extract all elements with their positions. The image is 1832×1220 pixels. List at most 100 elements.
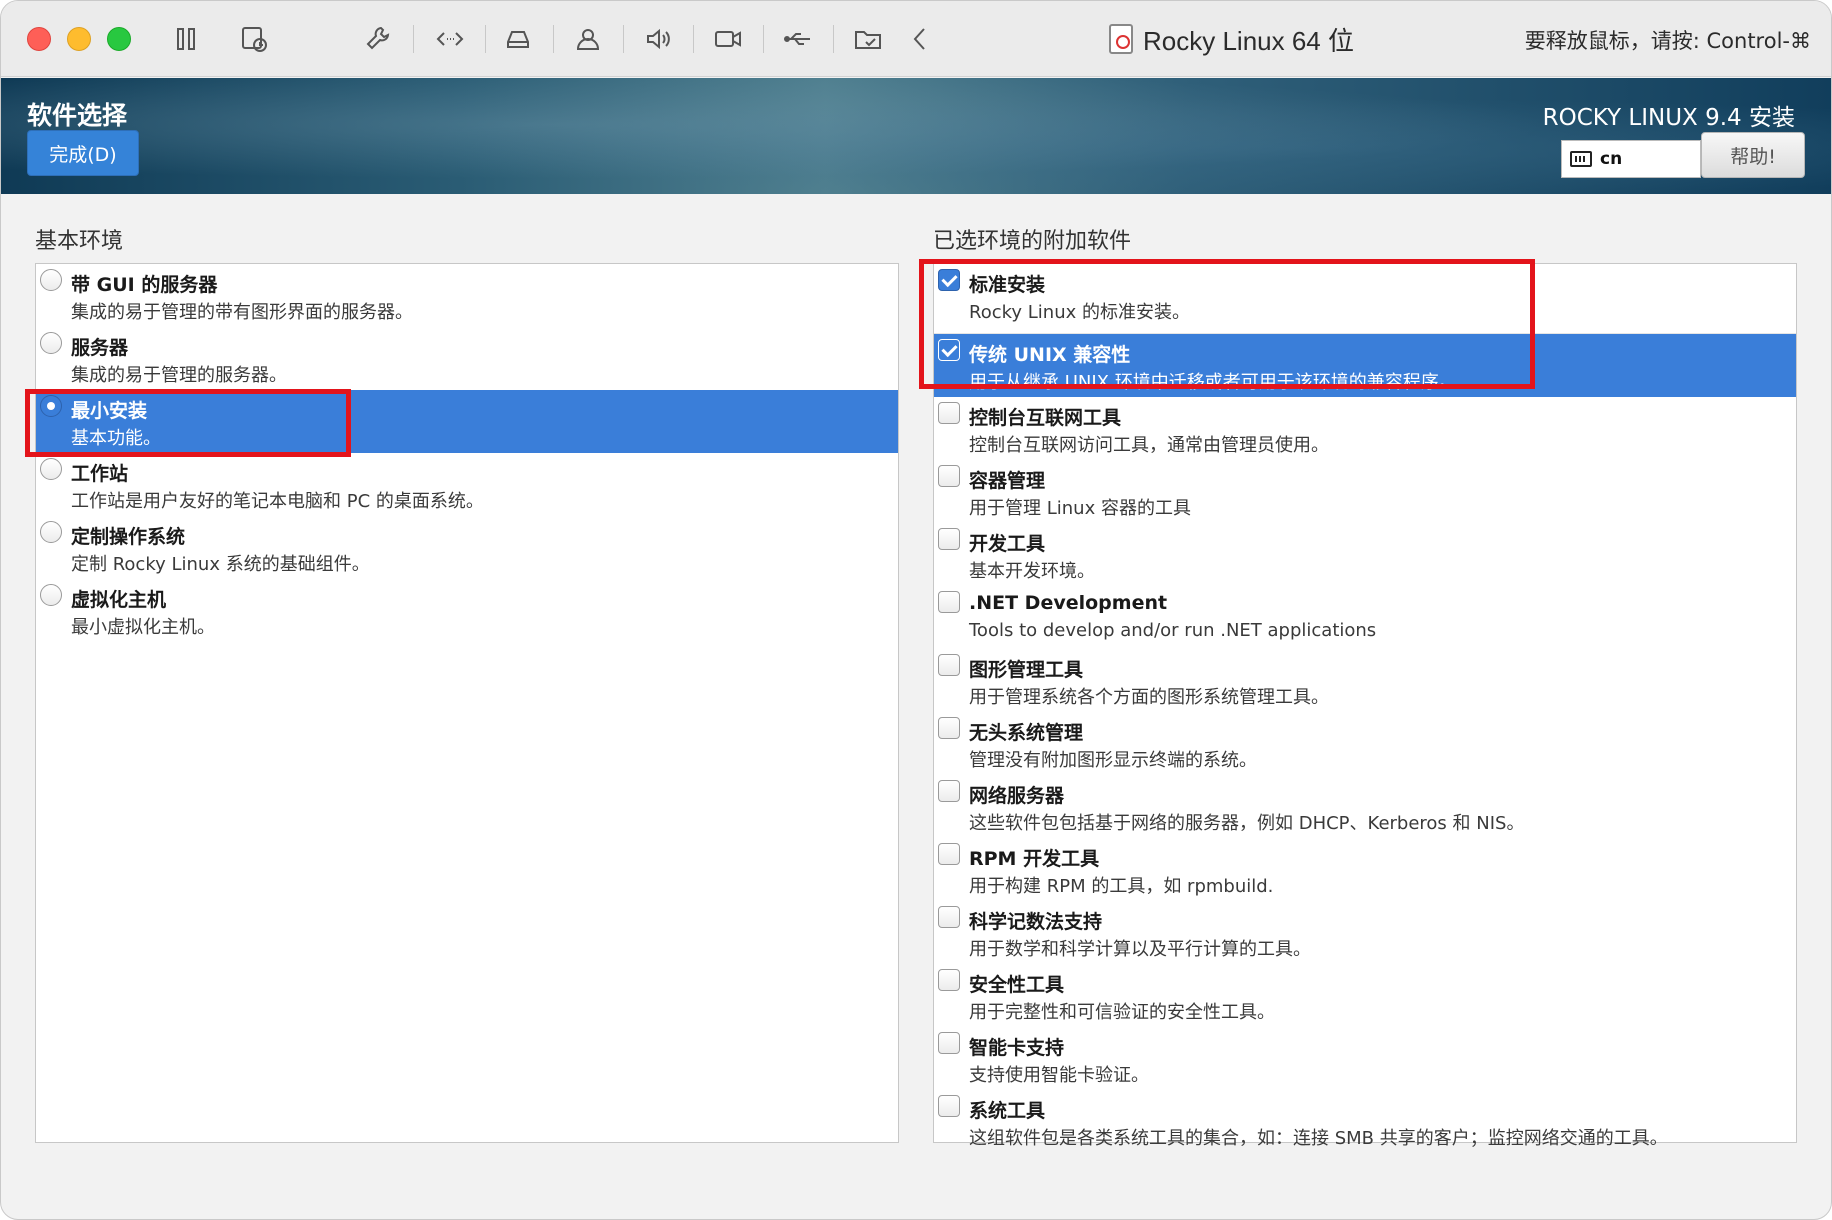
addon-name: 图形管理工具 (969, 659, 1084, 681)
addon-name: 容器管理 (969, 470, 1046, 492)
addon-checkbox[interactable] (938, 591, 960, 613)
vm-name: Rocky Linux 64 位 (1143, 25, 1354, 56)
addon-option[interactable]: 传统 UNIX 兼容性 用于从继承 UNIX 环境中迁移或者可用于该环境的兼容程序… (934, 334, 1796, 397)
environment-name: 工作站 (71, 463, 129, 485)
product-title: ROCKY LINUX 9.4 安装 (1542, 105, 1795, 131)
addon-description: 支持使用智能卡验证。 (969, 1065, 1149, 1086)
title-bar: Rocky Linux 64 位 要释放鼠标，请按: Control-⌘ (1, 1, 1831, 77)
environment-radio[interactable] (40, 458, 62, 480)
environment-description: 工作站是用户友好的笔记本电脑和 PC 的桌面系统。 (71, 491, 484, 512)
addon-option[interactable]: 科学记数法支持用于数学和科学计算以及平行计算的工具。 (934, 901, 1796, 964)
environment-radio[interactable] (40, 521, 62, 543)
environment-name: 定制操作系统 (71, 526, 186, 548)
addons-list[interactable]: 标准安装 Rocky Linux 的标准安装。传统 UNIX 兼容性 用于从继承 U… (933, 263, 1797, 1149)
code-arrows-icon[interactable] (433, 23, 467, 55)
release-mouse-hint: 要释放鼠标，请按: Control-⌘ (1524, 29, 1811, 53)
addon-checkbox[interactable] (938, 780, 960, 802)
environment-description: 基本功能。 (71, 428, 161, 449)
environment-description: 集成的易于管理的带有图形界面的服务器。 (71, 302, 413, 323)
addon-option[interactable]: 安全性工具用于完整性和可信验证的安全性工具。 (934, 964, 1796, 1027)
pause-icon[interactable] (169, 23, 203, 55)
addon-checkbox[interactable] (938, 717, 960, 739)
environment-radio[interactable] (40, 584, 62, 606)
snapshot-icon[interactable] (237, 23, 271, 55)
close-window-button[interactable] (27, 27, 51, 51)
environment-name: 带 GUI 的服务器 (71, 274, 218, 296)
keyboard-layout-indicator[interactable]: cn (1561, 140, 1701, 178)
environment-radio[interactable] (40, 395, 62, 417)
addon-name: 标准安装 (969, 274, 1046, 296)
addon-name: 控制台互联网工具 (969, 407, 1122, 429)
addon-checkbox[interactable] (938, 339, 960, 361)
addon-option[interactable]: RPM 开发工具用于构建 RPM 的工具，如 rpmbuild. (934, 838, 1796, 901)
chevron-left-icon[interactable] (903, 23, 937, 55)
addon-option[interactable]: 无头系统管理 管理没有附加图形显示终端的系统。 (934, 712, 1796, 775)
addon-option[interactable]: 图形管理工具用于管理系统各个方面的图形系统管理工具。 (934, 649, 1796, 712)
settings-wrench-icon[interactable] (361, 23, 395, 55)
addon-name: 安全性工具 (969, 974, 1065, 996)
addon-checkbox[interactable] (938, 528, 960, 550)
addon-option[interactable]: 标准安装 Rocky Linux 的标准安装。 (934, 264, 1796, 334)
environment-option[interactable]: 最小安装 基本功能。 (36, 390, 898, 453)
addon-description: 用于管理系统各个方面的图形系统管理工具。 (969, 687, 1329, 708)
addon-checkbox[interactable] (938, 906, 960, 928)
addon-option[interactable]: 智能卡支持支持使用智能卡验证。 (934, 1027, 1796, 1090)
user-account-icon[interactable] (571, 23, 605, 55)
environment-description: 集成的易于管理的服务器。 (71, 365, 287, 386)
environment-description: 最小虚拟化主机。 (71, 617, 215, 638)
environment-option[interactable]: 服务器集成的易于管理的服务器。 (36, 327, 898, 390)
addon-checkbox[interactable] (938, 654, 960, 676)
spoke-header: 软件选择 完成(D) ROCKY LINUX 9.4 安装 cn 帮助! (1, 78, 1831, 194)
addon-checkbox[interactable] (938, 843, 960, 865)
addon-name: 网络服务器 (969, 785, 1065, 807)
addon-name: 开发工具 (969, 533, 1046, 555)
addon-description: 用于数学和科学计算以及平行计算的工具。 (969, 939, 1311, 960)
usb-icon[interactable] (781, 23, 815, 55)
addon-name: RPM 开发工具 (969, 848, 1100, 870)
addon-option[interactable]: 系统工具这组软件包是各类系统工具的集合，如：连接 SMB 共享的客户；监控网络交… (934, 1090, 1796, 1153)
spoke-title: 软件选择 (27, 101, 128, 130)
help-button[interactable]: 帮助! (1701, 132, 1805, 178)
camera-icon[interactable] (711, 23, 745, 55)
disk-drive-icon[interactable] (501, 23, 535, 55)
addon-option[interactable]: .NET Development Tools to develop and/or … (934, 586, 1796, 649)
environment-radio[interactable] (40, 332, 62, 354)
addon-description: 这些软件包包括基于网络的服务器，例如 DHCP、Kerberos 和 NIS。 (969, 813, 1525, 834)
done-button[interactable]: 完成(D) (27, 130, 139, 176)
addon-option[interactable]: 容器管理 用于管理 Linux 容器的工具 (934, 460, 1796, 523)
addon-name: 无头系统管理 (969, 722, 1084, 744)
addon-checkbox[interactable] (938, 402, 960, 424)
environment-name: 服务器 (71, 337, 129, 359)
environment-option[interactable]: 虚拟化主机 最小虚拟化主机。 (36, 579, 898, 642)
base-environment-label: 基本环境 (35, 229, 124, 254)
vm-window: Rocky Linux 64 位 要释放鼠标，请按: Control-⌘ 软件选… (0, 0, 1832, 1220)
environment-option[interactable]: 工作站工作站是用户友好的笔记本电脑和 PC 的桌面系统。 (36, 453, 898, 516)
shared-folder-icon[interactable] (851, 23, 885, 55)
volume-icon[interactable] (641, 23, 675, 55)
addon-option[interactable]: 开发工具基本开发环境。 (934, 523, 1796, 586)
addon-checkbox[interactable] (938, 1032, 960, 1054)
addon-description: 用于完整性和可信验证的安全性工具。 (969, 1002, 1275, 1023)
environment-radio[interactable] (40, 269, 62, 291)
addon-description: 用于从继承 UNIX 环境中迁移或者可用于该环境的兼容程序。 (969, 372, 1457, 393)
zoom-window-button[interactable] (107, 27, 131, 51)
addon-description: 基本开发环境。 (969, 561, 1095, 582)
addon-description: 这组软件包是各类系统工具的集合，如：连接 SMB 共享的客户；监控网络交通的工具… (969, 1128, 1668, 1149)
environment-option[interactable]: 定制操作系统 定制 Rocky Linux 系统的基础组件。 (36, 516, 898, 579)
addon-checkbox[interactable] (938, 969, 960, 991)
base-environment-list[interactable]: 带 GUI 的服务器 集成的易于管理的带有图形界面的服务器。 服务器 集成的易于管理的… (35, 263, 899, 1143)
addon-option[interactable]: 控制台互联网工具 控制台互联网访问工具，通常由管理员使用。 (934, 397, 1796, 460)
minimize-window-button[interactable] (67, 27, 91, 51)
addon-option[interactable]: 网络服务器这些软件包包括基于网络的服务器，例如 DHCP、Kerberos 和 … (934, 775, 1796, 838)
addon-name: 系统工具 (969, 1100, 1046, 1122)
addon-description: Rocky Linux 的标准安装。 (969, 302, 1190, 323)
addon-description: 用于构建 RPM 的工具，如 rpmbuild. (969, 876, 1274, 897)
addon-checkbox[interactable] (938, 269, 960, 291)
keyboard-icon (1570, 151, 1592, 167)
addon-name: 科学记数法支持 (969, 911, 1103, 933)
addon-checkbox[interactable] (938, 465, 960, 487)
environment-option[interactable]: 带 GUI 的服务器集成的易于管理的带有图形界面的服务器。 (36, 264, 898, 327)
addon-name: 智能卡支持 (969, 1037, 1065, 1059)
addon-checkbox[interactable] (938, 1095, 960, 1117)
addon-description: Tools to develop and/or run .NET applica… (969, 620, 1377, 641)
